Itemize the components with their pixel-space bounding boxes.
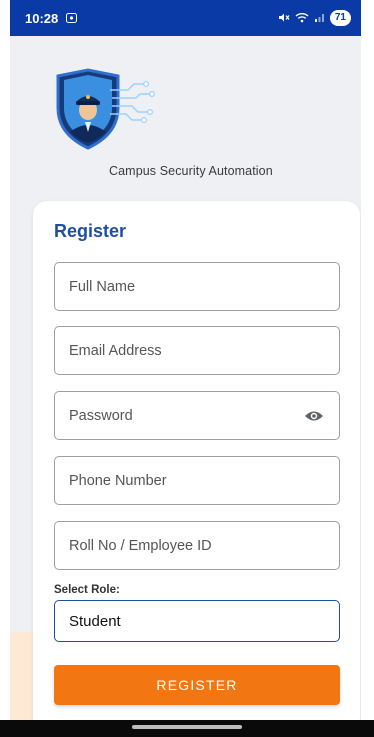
roll-no-placeholder: Roll No / Employee ID: [69, 537, 212, 554]
navigation-bar: [0, 720, 374, 737]
role-value: Student: [69, 612, 121, 630]
app-title: Campus Security Automation: [109, 164, 273, 178]
phone-placeholder: Phone Number: [69, 472, 167, 489]
email-placeholder: Email Address: [69, 342, 162, 359]
battery-icon: 71: [329, 10, 351, 26]
signal-icon: [314, 11, 325, 26]
email-field[interactable]: Email Address: [54, 326, 340, 375]
status-bar: 10:28 71: [10, 0, 361, 36]
password-field[interactable]: Password: [54, 391, 340, 440]
battery-level: 71: [334, 12, 346, 23]
register-card: Register Full Name Email Address Passwor…: [33, 201, 360, 731]
full-name-field[interactable]: Full Name: [54, 262, 340, 311]
eye-icon[interactable]: [303, 405, 325, 427]
phone-field[interactable]: Phone Number: [54, 456, 340, 505]
role-select[interactable]: Student: [54, 600, 340, 642]
form-title: Register: [54, 221, 127, 241]
wifi-icon: [295, 11, 309, 26]
password-placeholder: Password: [69, 407, 133, 424]
role-label: Select Role:: [54, 584, 120, 596]
home-handle[interactable]: [132, 725, 242, 729]
register-button[interactable]: REGISTER: [54, 665, 340, 705]
phone-screen: 10:28 71 Campus Security Automation Regi…: [10, 0, 361, 737]
roll-no-field[interactable]: Roll No / Employee ID: [54, 521, 340, 570]
screenshot-icon: [66, 11, 78, 26]
full-name-placeholder: Full Name: [69, 278, 136, 295]
mute-icon: [278, 11, 290, 26]
app-logo: [48, 68, 160, 150]
status-time: 10:28: [25, 10, 59, 26]
